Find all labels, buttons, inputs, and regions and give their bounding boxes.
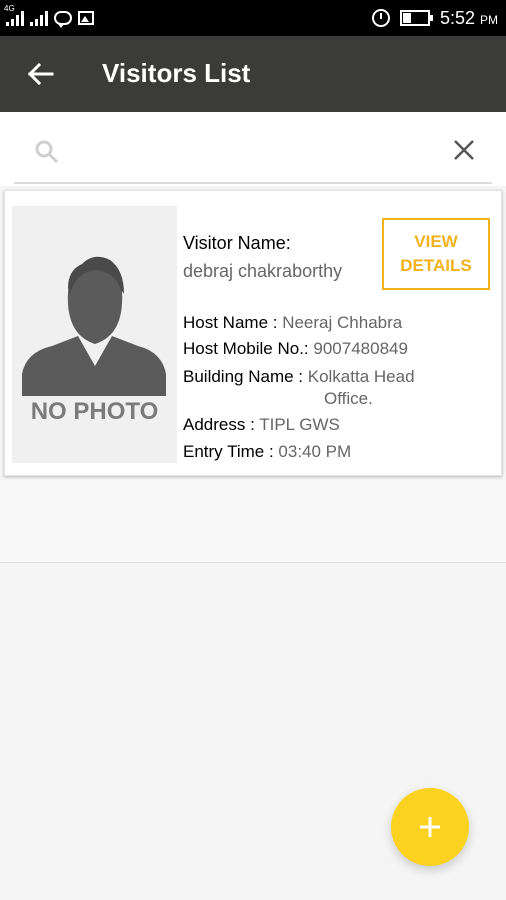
- building-value-line2: Office.: [324, 389, 373, 408]
- building-value-line1: Kolkatta Head: [307, 367, 415, 386]
- clear-search-button[interactable]: [448, 134, 480, 166]
- no-photo-label: NO PHOTO: [30, 398, 159, 425]
- status-left: 4G: [4, 0, 94, 36]
- host-mobile-row: Host Mobile No.: 9007480849: [183, 339, 408, 359]
- address-value: TIPL GWS: [259, 415, 340, 434]
- page-title: Visitors List: [102, 58, 251, 88]
- entry-time-value: 03:40 PM: [278, 442, 352, 461]
- search-bar: [0, 112, 506, 186]
- host-name-value: Neeraj Chhabra: [282, 313, 403, 332]
- host-name-row: Host Name : Neeraj Chhabra: [183, 313, 402, 333]
- signal-icon: 4G: [4, 4, 24, 26]
- close-icon: [454, 140, 474, 160]
- search-underline: [14, 182, 492, 184]
- signal-icon: [30, 10, 48, 26]
- status-right: 5:52 PM: [371, 0, 498, 36]
- view-details-button[interactable]: VIEW DETAILS: [382, 218, 490, 290]
- address-row: Address : TIPL GWS: [183, 415, 340, 435]
- visitor-name: debraj chakraborthy: [183, 261, 343, 281]
- app-bar: Visitors List: [0, 36, 506, 112]
- alarm-icon: [371, 9, 390, 27]
- host-mobile-value: 9007480849: [313, 339, 408, 358]
- view-details-label: VIEW DETAILS: [400, 232, 472, 275]
- host-name-label: Host Name :: [183, 313, 283, 332]
- status-time-value: 5:52: [439, 7, 475, 28]
- entry-time-row: Entry Time : 03:40 PM: [183, 442, 351, 462]
- host-mobile-label: Host Mobile No.:: [183, 339, 314, 358]
- network-label: 4G: [4, 4, 15, 13]
- visitor-card[interactable]: NO PHOTO Visitor Name: debraj chakrabort…: [4, 190, 502, 476]
- status-time: 5:52 PM: [440, 8, 498, 29]
- entry-time-label: Entry Time :: [183, 442, 279, 461]
- add-visitor-button[interactable]: [391, 788, 469, 866]
- search-icon: [35, 140, 59, 164]
- arrow-left-icon: [27, 62, 54, 86]
- person-silhouette-icon: [22, 256, 166, 396]
- building-label: Building Name :: [183, 367, 308, 386]
- plus-icon: [420, 817, 440, 837]
- chat-icon: [54, 11, 72, 28]
- battery-icon: [399, 10, 433, 26]
- status-time-ampm: PM: [480, 12, 498, 27]
- status-bar: 4G 5:52 PM: [0, 0, 506, 36]
- visitor-photo: NO PHOTO: [12, 206, 177, 463]
- search-input[interactable]: [72, 130, 436, 170]
- building-row: Building Name : Kolkatta Head: [183, 367, 415, 387]
- back-button[interactable]: [18, 54, 62, 94]
- address-label: Address :: [183, 415, 260, 434]
- image-icon: [78, 11, 94, 25]
- list-item-empty: [0, 480, 506, 563]
- visitor-name-label: Visitor Name:: [183, 233, 291, 253]
